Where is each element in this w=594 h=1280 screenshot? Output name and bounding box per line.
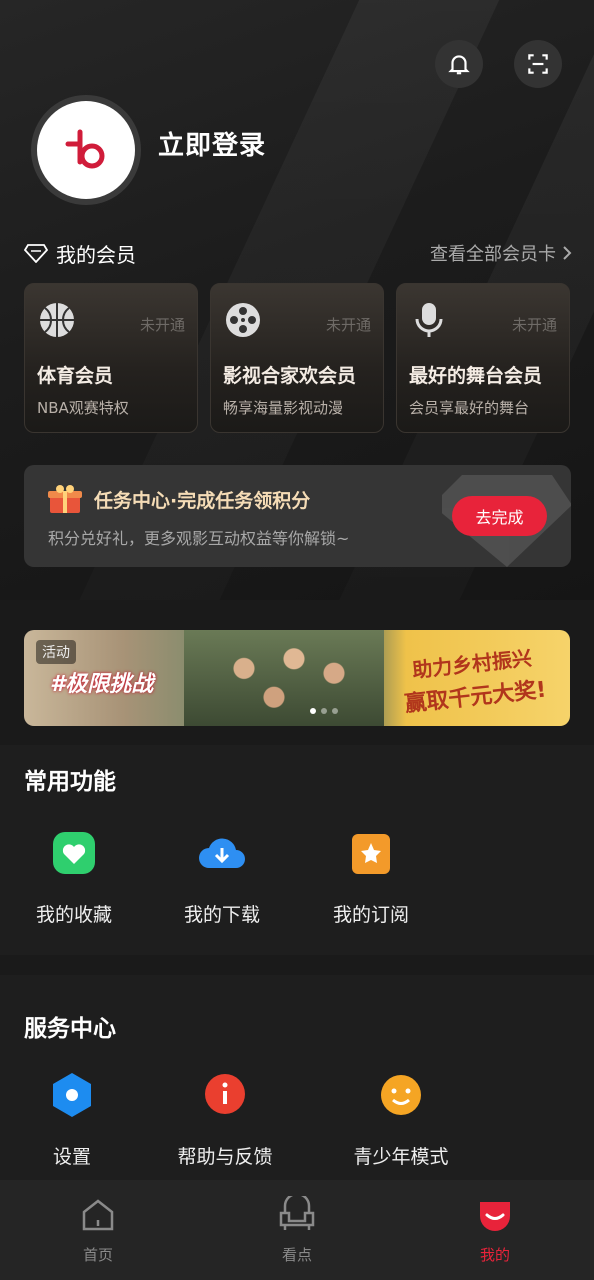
section-title: 服务中心 [24, 1016, 116, 1042]
banner-left-title: #极限挑战 [50, 672, 154, 697]
membership-desc: 会员享最好的舞台 [409, 399, 530, 417]
scan-icon [528, 54, 548, 74]
gift-icon [48, 485, 82, 513]
membership-status: 未开通 [511, 316, 557, 334]
service-label: 青少年模式 [353, 1146, 449, 1168]
tab-home[interactable]: 首页 [48, 1196, 148, 1265]
bottom-tab-bar: 首页 看点 我的 [0, 1180, 594, 1280]
membership-status: 未开通 [325, 316, 371, 334]
tab-label: 首页 [82, 1246, 113, 1264]
profile-icon [480, 1202, 510, 1231]
tab-label: 看点 [281, 1246, 312, 1264]
carousel-indicator [310, 708, 338, 714]
common-functions-section: 常用功能 我的收藏 我的下载 我的订阅 [0, 745, 594, 955]
service-center-section: 服务中心 设置 帮助与反馈 青少年模式 [0, 975, 594, 1180]
membership-header: 我的会员 查看全部会员卡 [24, 238, 572, 268]
notification-button[interactable] [435, 40, 483, 88]
sofa-icon [279, 1192, 315, 1230]
promo-banner[interactable]: 活动 #极限挑战 助力乡村振兴 赢取千元大奖! [24, 630, 570, 726]
task-subtitle: 积分兑好礼，更多观影互动权益等你解锁~ [48, 529, 350, 548]
star-icon [352, 834, 390, 874]
diamond-icon [24, 244, 48, 263]
header-area: 立即登录 我的会员 查看全部会员卡 未开通 体育会员 NBA观赛特权 未开通 影… [0, 0, 594, 600]
carousel-dot [332, 708, 338, 714]
chevron-right-icon [563, 246, 572, 260]
membership-title: 我的会员 [56, 242, 136, 267]
help-feedback-button[interactable]: 帮助与反馈 [170, 1070, 280, 1169]
view-all-label: 查看全部会员卡 [430, 244, 556, 265]
banner-image [184, 630, 384, 726]
service-label: 设置 [52, 1146, 91, 1168]
membership-name: 最好的舞台会员 [409, 365, 543, 387]
avatar[interactable] [31, 95, 141, 205]
membership-card-family[interactable]: 未开通 影视合家欢会员 畅享海量影视动漫 [210, 283, 384, 433]
function-label: 我的下载 [183, 904, 260, 926]
smiley-icon [381, 1075, 421, 1115]
home-icon [82, 1199, 114, 1231]
section-title: 常用功能 [24, 769, 116, 795]
downloads-button[interactable]: 我的下载 [167, 828, 277, 927]
tab-profile[interactable]: 我的 [445, 1196, 545, 1265]
logo-icon [65, 129, 105, 169]
basketball-icon [40, 303, 74, 337]
view-all-memberships-link[interactable]: 查看全部会员卡 [430, 240, 572, 266]
function-label: 我的订阅 [332, 904, 409, 926]
microphone-icon [415, 303, 443, 337]
scan-button[interactable] [514, 40, 562, 88]
login-link[interactable]: 立即登录 [158, 125, 266, 162]
task-center-card[interactable]: 任务中心·完成任务领积分 积分兑好礼，更多观影互动权益等你解锁~ 去完成 [24, 465, 571, 567]
task-title: 任务中心·完成任务领积分 [94, 490, 311, 512]
banner-slogan: 助力乡村振兴 赢取千元大奖! [381, 639, 567, 726]
heart-icon [53, 832, 95, 874]
membership-card-stage[interactable]: 未开通 最好的舞台会员 会员享最好的舞台 [396, 283, 570, 433]
membership-card-sports[interactable]: 未开通 体育会员 NBA观赛特权 [24, 283, 198, 433]
subscriptions-button[interactable]: 我的订阅 [316, 828, 426, 927]
tab-highlights[interactable]: 看点 [247, 1192, 347, 1265]
avatar-logo [37, 101, 135, 199]
film-reel-icon [226, 303, 260, 337]
membership-status: 未开通 [139, 316, 185, 334]
download-cloud-icon [199, 838, 245, 868]
carousel-dot [321, 708, 327, 714]
carousel-dot [310, 708, 316, 714]
banner-tag: 活动 [36, 640, 76, 664]
function-label: 我的收藏 [35, 904, 112, 926]
membership-desc: 畅享海量影视动漫 [223, 399, 344, 417]
youth-mode-button[interactable]: 青少年模式 [346, 1070, 456, 1169]
settings-icon [53, 1073, 91, 1117]
tab-label: 我的 [479, 1246, 510, 1264]
favorites-button[interactable]: 我的收藏 [19, 828, 129, 927]
membership-desc: NBA观赛特权 [37, 399, 129, 417]
service-label: 帮助与反馈 [177, 1146, 273, 1168]
info-icon [205, 1074, 245, 1114]
membership-name: 影视合家欢会员 [223, 365, 357, 387]
settings-button[interactable]: 设置 [17, 1070, 127, 1169]
bell-icon [448, 55, 470, 75]
complete-task-button[interactable]: 去完成 [452, 496, 547, 536]
membership-name: 体育会员 [37, 365, 114, 387]
